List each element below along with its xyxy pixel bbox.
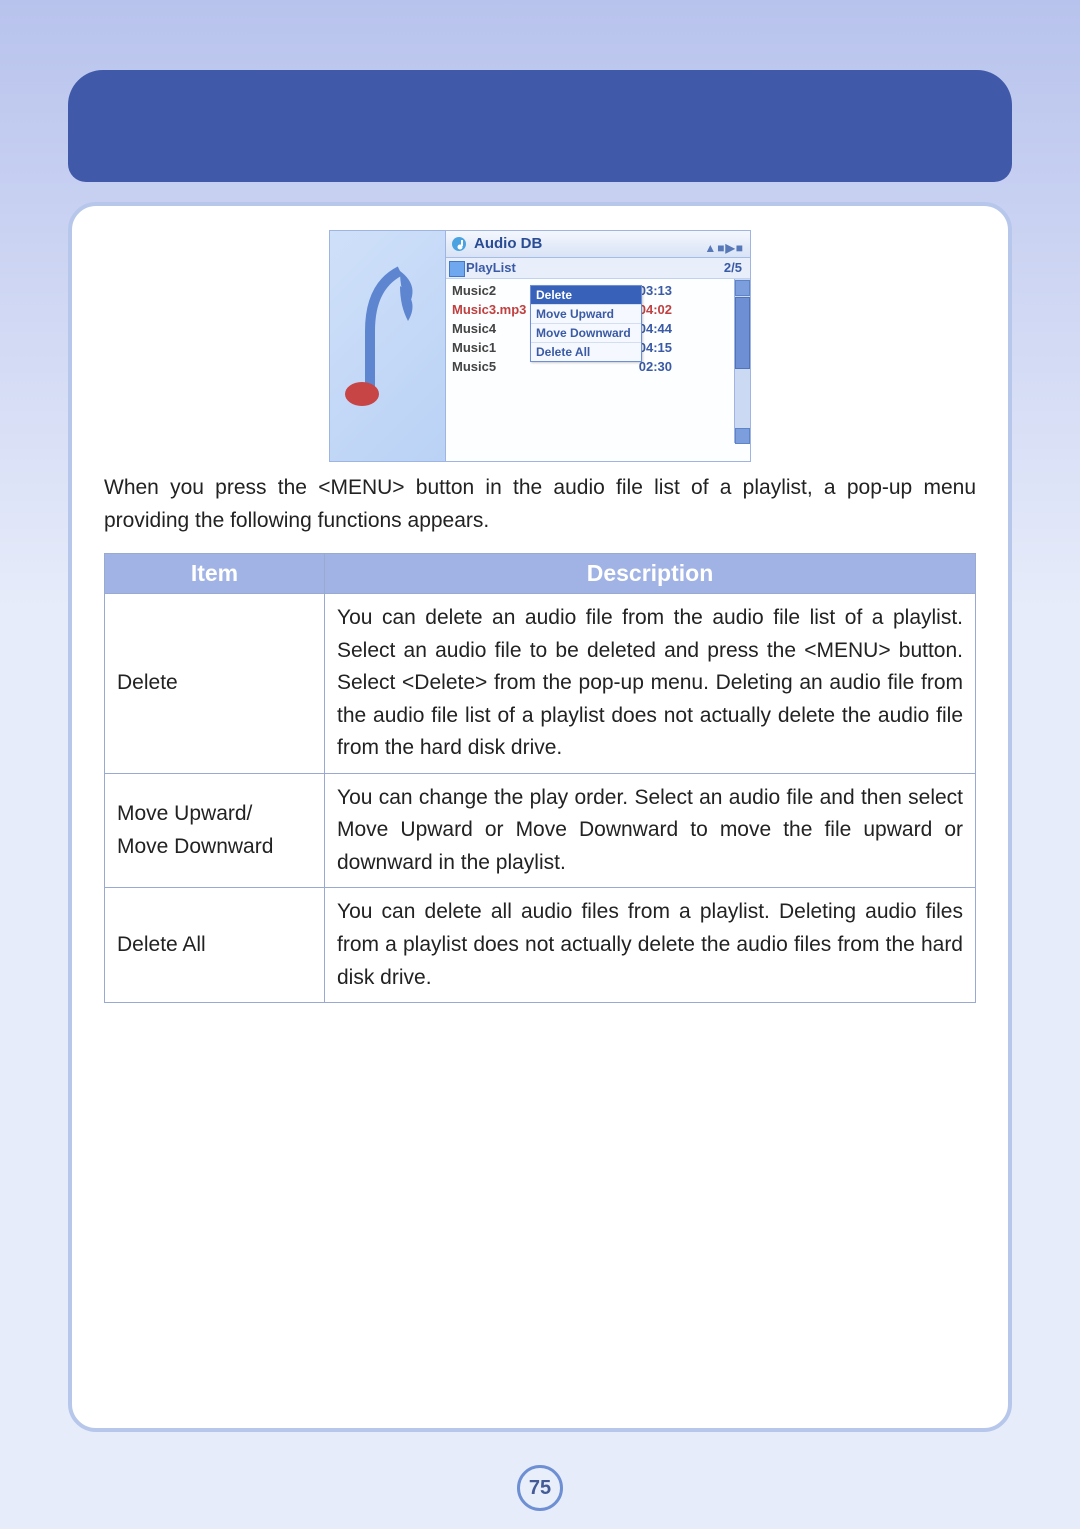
- popup-menu-item: Delete All: [531, 343, 641, 361]
- table-row: Delete You can delete an audio file from…: [105, 594, 976, 774]
- playlist-label: PlayList: [466, 260, 516, 275]
- cell-description: You can delete an audio file from the au…: [325, 594, 976, 774]
- cell-item: Move Upward/ Move Downward: [105, 773, 325, 888]
- main-content: Audio DB ▲■▶■ PlayList 2/5 Music2: [72, 206, 1008, 1023]
- screenshot-scrollbar: [734, 279, 750, 443]
- table-header-row: Item Description: [105, 554, 976, 594]
- header-item: Item: [105, 554, 325, 594]
- functions-table: Item Description Delete You can delete a…: [104, 553, 976, 1003]
- table-row: Move Upward/ Move Downward You can chang…: [105, 773, 976, 888]
- popup-menu-item: Move Upward: [531, 305, 641, 324]
- page-number-badge: 75: [517, 1465, 563, 1511]
- playlist-counter: 2/5: [724, 258, 742, 278]
- header-description: Description: [325, 554, 976, 594]
- screenshot-row: Audio DB ▲■▶■ PlayList 2/5 Music2: [104, 230, 976, 462]
- popup-menu-item: Move Downward: [531, 324, 641, 343]
- main-panel: Audio DB ▲■▶■ PlayList 2/5 Music2: [68, 202, 1012, 1432]
- screenshot-titlebar: Audio DB ▲■▶■: [446, 231, 750, 258]
- cell-item: Delete: [105, 594, 325, 774]
- screenshot-main: Audio DB ▲■▶■ PlayList 2/5 Music2: [445, 231, 750, 461]
- scroll-track: [735, 369, 750, 427]
- table-row: Delete All You can delete all audio file…: [105, 888, 976, 1003]
- page: Audio DB ▲■▶■ PlayList 2/5 Music2: [0, 0, 1080, 1529]
- scroll-thumb: [735, 297, 750, 369]
- screenshot-body: Music2 03:13 Music3.mp3 04:02 Music4 04:…: [446, 279, 750, 443]
- audio-db-icon: [450, 235, 470, 253]
- cell-description: You can delete all audio files from a pl…: [325, 888, 976, 1003]
- music-note-icon: [340, 261, 430, 431]
- list-icon: [449, 261, 465, 277]
- cell-description: You can change the play order. Select an…: [325, 773, 976, 888]
- screenshot-playlist-header: PlayList 2/5: [446, 258, 750, 279]
- page-header-panel: [68, 70, 1012, 182]
- cell-item: Delete All: [105, 888, 325, 1003]
- body-paragraph: When you press the <MENU> button in the …: [104, 472, 976, 537]
- scroll-up-icon: [735, 280, 750, 296]
- screenshot-popup-menu: Delete Move Upward Move Downward Delete …: [530, 285, 642, 362]
- screenshot-sidebar: [330, 231, 445, 461]
- screenshot-title: Audio DB: [474, 235, 542, 252]
- embedded-screenshot: Audio DB ▲■▶■ PlayList 2/5 Music2: [329, 230, 751, 462]
- popup-menu-item: Delete: [531, 286, 641, 305]
- scroll-down-icon: [735, 428, 750, 444]
